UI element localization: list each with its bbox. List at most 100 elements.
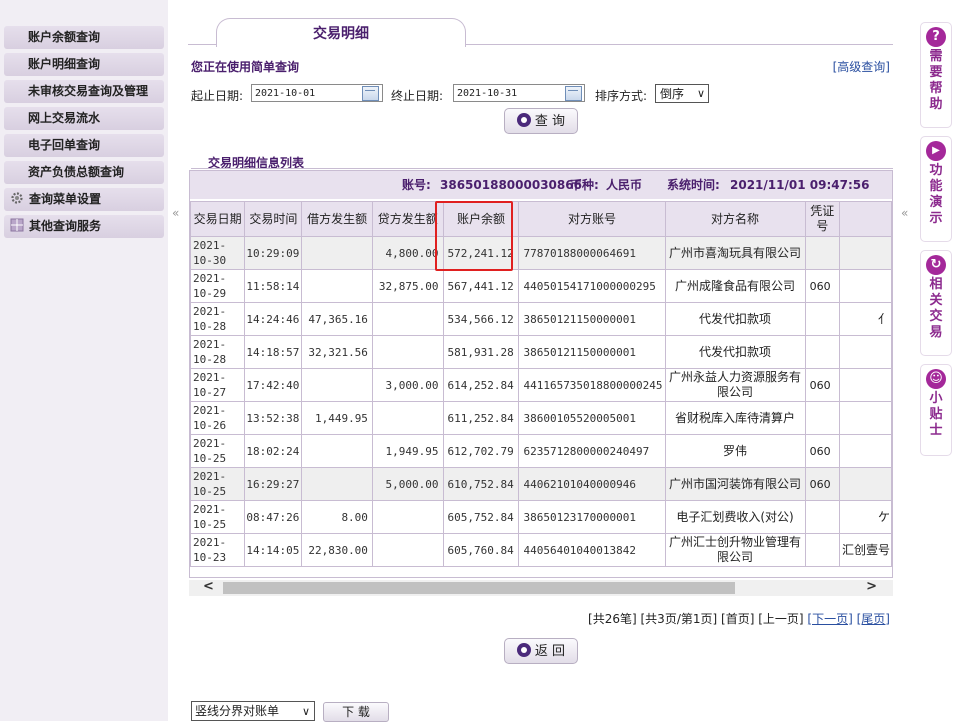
cell-credit (371, 533, 444, 567)
pager-first: [首页] (721, 612, 755, 626)
cell-voucher (804, 533, 840, 567)
cell-time: 10:29:09 (244, 236, 303, 270)
help-demo[interactable]: ▶ 功能演示 (920, 136, 952, 242)
sidebar-item-menu-settings[interactable]: 查询菜单设置 (4, 188, 164, 211)
cell-credit (371, 401, 444, 435)
divider (191, 168, 893, 169)
cell-time: 08:47:26 (244, 500, 303, 534)
scroll-left-icon[interactable]: < (203, 579, 214, 594)
col-header-extra (838, 201, 892, 237)
cell-account: 44050154171000000295 (518, 269, 666, 303)
collapse-right-icon[interactable]: « (901, 206, 908, 220)
col-header-balance[interactable]: 账户余额 (442, 201, 520, 237)
detail-grid: 交易日期 交易时间 借方发生额 贷方发生额 账户余额 对方账号 对方名称 凭证号… (190, 201, 892, 567)
query-button[interactable]: 查 询 (504, 108, 578, 134)
cell-balance: 612,702.79 (442, 434, 520, 468)
cell-voucher (804, 335, 840, 369)
help-need-help[interactable]: ? 需要帮助 (920, 22, 952, 128)
cell-account: 38650121150000001 (518, 302, 666, 336)
cell-credit (371, 335, 444, 369)
scrollbar-thumb[interactable] (223, 582, 735, 594)
table-row[interactable]: 2021-10-27 17:42:40 3,000.00 614,252.84 4411… (190, 368, 892, 402)
advanced-query-link[interactable]: [高级查询] (833, 58, 890, 75)
table-row[interactable]: 2021-10-28 14:24:46 47,365.16 534,566.12 386… (190, 302, 892, 336)
start-calendar-icon[interactable] (362, 86, 379, 101)
sidebar-item-unaudited-query[interactable]: 未审核交易查询及管理 (4, 80, 164, 103)
cell-time: 16:29:27 (244, 467, 303, 501)
table-row[interactable]: 2021-10-25 18:02:24 1,949.95 612,702.79 6235… (190, 434, 892, 468)
grid-icon (10, 218, 24, 232)
cell-time: 18:02:24 (244, 434, 303, 468)
back-button[interactable]: 返 回 (504, 638, 578, 664)
question-icon: ? (926, 27, 946, 47)
cell-balance: 605,752.84 (442, 500, 520, 534)
cell-debit (301, 434, 373, 468)
cell-voucher (804, 236, 840, 270)
account-number: 38650188000030866 (440, 178, 582, 192)
scroll-right-icon[interactable]: > (866, 579, 877, 594)
sidebar-item-assets-query[interactable]: 资产负债总额查询 (4, 161, 164, 184)
col-header-debit[interactable]: 借方发生额 (301, 201, 373, 237)
table-row[interactable]: 2021-10-23 14:14:05 22,830.00 605,760.84 440… (190, 533, 892, 567)
collapse-left-icon[interactable]: « (172, 206, 179, 220)
download-button[interactable]: 下 载 (323, 702, 389, 722)
cell-extra (838, 368, 892, 402)
tab-transaction-detail[interactable]: 交易明细 (216, 18, 466, 47)
cell-date: 2021-10-28 (190, 302, 246, 336)
table-row[interactable]: 2021-10-30 10:29:09 4,800.00 572,241.12 7787… (190, 236, 892, 270)
sidebar-item-detail-query[interactable]: 账户明细查询 (4, 53, 164, 76)
query-form: 起止日期: 2021-10-01 终止日期: 2021-10-31 排序方式: … (191, 84, 891, 104)
cell-credit: 5,000.00 (371, 467, 444, 501)
col-header-credit[interactable]: 贷方发生额 (371, 201, 444, 237)
cell-voucher: 060 (804, 434, 840, 468)
cell-name: 广州汇士创升物业管理有限公司 (664, 533, 806, 567)
table-row[interactable]: 2021-10-26 13:52:38 1,449.95 611,252.84 3860… (190, 401, 892, 435)
sidebar-item-e-receipt[interactable]: 电子回单查询 (4, 134, 164, 157)
sidebar-item-other-services[interactable]: 其他查询服务 (4, 215, 164, 238)
cell-account: 38600105520005001 (518, 401, 666, 435)
cell-debit: 8.00 (301, 500, 373, 534)
table-row[interactable]: 2021-10-29 11:58:14 32,875.00 567,441.12 440… (190, 269, 892, 303)
cell-account: 6235712800000240497 (518, 434, 666, 468)
col-header-voucher[interactable]: 凭证号 (804, 201, 840, 237)
pager-last-link[interactable]: [尾页] (857, 612, 890, 626)
export-format-value: 竖线分界对账单 (195, 704, 280, 718)
end-calendar-icon[interactable] (565, 86, 582, 101)
table-row[interactable]: 2021-10-25 08:47:26 8.00 605,752.84 38650123… (190, 500, 892, 534)
back-icon (516, 643, 531, 657)
help-related[interactable]: ↻ 相关交易 (920, 250, 952, 356)
sidebar-item-online-flow[interactable]: 网上交易流水 (4, 107, 164, 130)
col-header-time[interactable]: 交易时间 (244, 201, 303, 237)
table-row[interactable]: 2021-10-25 16:29:27 5,000.00 610,752.84 4406… (190, 467, 892, 501)
table-row[interactable]: 2021-10-28 14:18:57 32,321.56 581,931.28 386… (190, 335, 892, 369)
pager-total: [共26笔] (588, 612, 637, 626)
sort-select[interactable]: 倒序 ∨ (655, 84, 709, 103)
col-header-date[interactable]: 交易日期 (190, 201, 246, 237)
cell-extra (838, 236, 892, 270)
cell-credit (371, 302, 444, 336)
cell-date: 2021-10-29 (190, 269, 246, 303)
cell-credit: 4,800.00 (371, 236, 444, 270)
col-header-counter-account[interactable]: 对方账号 (518, 201, 666, 237)
transaction-table: 账号: 38650188000030866 币种: 人民币 系统时间: 2021… (189, 170, 893, 578)
col-header-counter-name[interactable]: 对方名称 (664, 201, 806, 237)
horizontal-scrollbar[interactable]: < > (189, 579, 893, 596)
cell-extra: ケ (838, 500, 892, 534)
cell-name: 罗伟 (664, 434, 806, 468)
pager-prev: [上一页] (758, 612, 804, 626)
cell-debit: 1,449.95 (301, 401, 373, 435)
cell-date: 2021-10-28 (190, 335, 246, 369)
pagination: [共26笔] [共3页/第1页] [首页] [上一页] [下一页] [尾页] (588, 610, 890, 627)
cell-time: 17:42:40 (244, 368, 303, 402)
cell-balance: 610,752.84 (442, 467, 520, 501)
query-mode-label: 您正在使用简单查询 (191, 60, 300, 74)
cell-voucher (804, 302, 840, 336)
help-tips[interactable]: ☺ 小贴士 (920, 364, 952, 456)
pager-next-link[interactable]: [下一页] (807, 612, 852, 626)
system-time-label: 系统时间: (667, 178, 720, 192)
cell-credit (371, 500, 444, 534)
sidebar-item-balance-query[interactable]: 账户余额查询 (4, 26, 164, 49)
export-format-select[interactable]: 竖线分界对账单 ∨ (191, 701, 315, 721)
cell-debit (301, 467, 373, 501)
cell-name: 广州成隆食品有限公司 (664, 269, 806, 303)
